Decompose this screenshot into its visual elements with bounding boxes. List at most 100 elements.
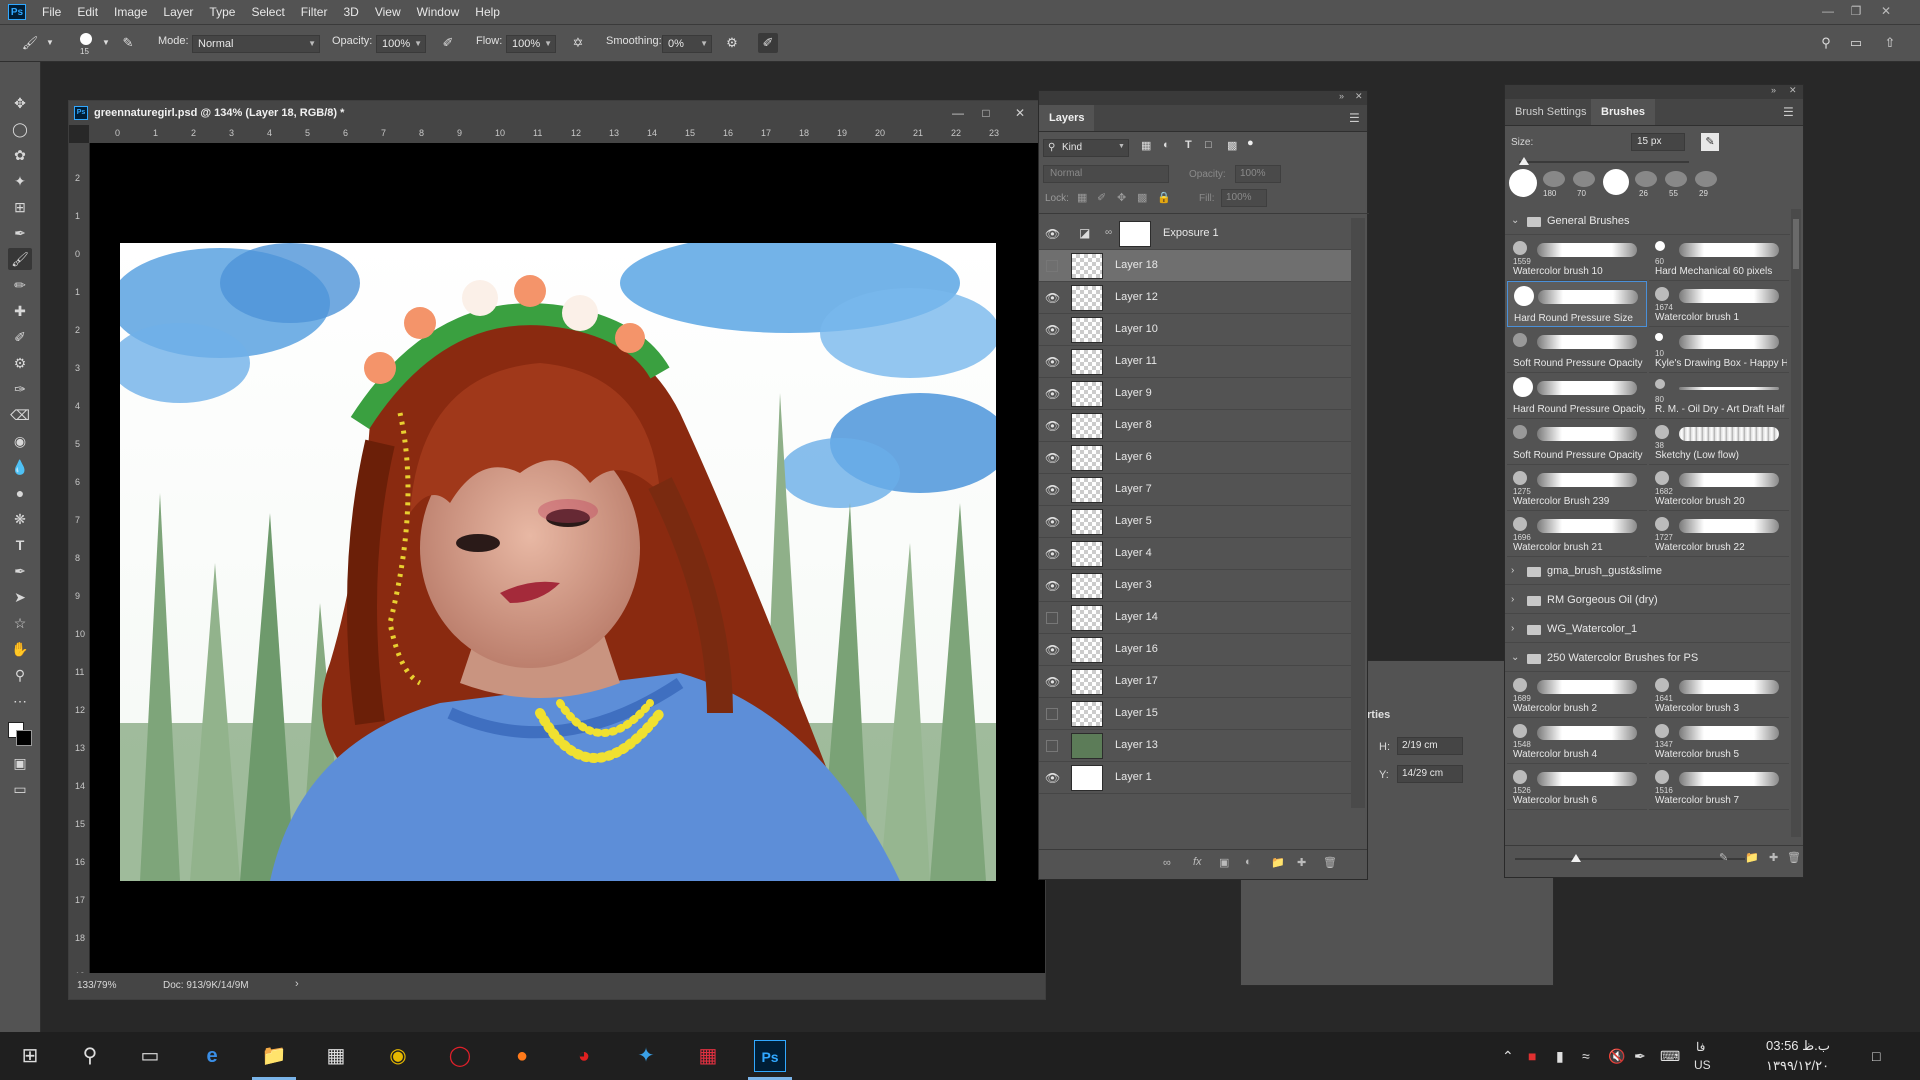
restore-icon[interactable]: ❐: [1844, 0, 1868, 24]
layers-scrollbar[interactable]: [1351, 218, 1365, 808]
search-icon[interactable]: ⚲: [1816, 33, 1836, 53]
hand-tool-icon[interactable]: ✋: [8, 638, 32, 660]
layer-thumbnail[interactable]: [1071, 701, 1103, 727]
path-selection-tool-icon[interactable]: ➤: [8, 586, 32, 608]
firefox-browser-icon[interactable]: ●: [506, 1040, 538, 1072]
mode-select[interactable]: Normal ▼: [192, 35, 320, 53]
chain-link-icon[interactable]: ∞: [1105, 227, 1112, 238]
brush-item[interactable]: 1548 Watercolor brush 4: [1507, 718, 1647, 764]
opera-browser-icon[interactable]: ◯: [444, 1040, 476, 1072]
lock-artboard-icon[interactable]: ▩: [1137, 191, 1147, 204]
clone-stamp-tool-icon[interactable]: ⚙: [8, 352, 32, 374]
search-icon[interactable]: ⚲: [74, 1040, 106, 1072]
tray-app-icon[interactable]: ■: [1528, 1048, 1536, 1064]
layer-thumbnail[interactable]: [1071, 285, 1103, 311]
filter-adjustment-icon[interactable]: ◐: [1163, 139, 1170, 151]
chrome-browser-icon[interactable]: ◉: [382, 1040, 414, 1072]
minimize-icon[interactable]: —: [1816, 0, 1840, 24]
layer-opacity-field[interactable]: 100%: [1235, 165, 1281, 183]
brush-size-slider[interactable]: [1519, 161, 1689, 163]
filter-toggle-icon[interactable]: ●: [1247, 137, 1254, 149]
zoom-tool-icon[interactable]: ⚲: [8, 664, 32, 686]
chevron-right-icon[interactable]: ›: [1511, 623, 1514, 634]
visibility-eye-off-icon[interactable]: [1046, 260, 1058, 272]
history-brush-tool-icon[interactable]: ✑: [8, 378, 32, 400]
notification-center-icon[interactable]: □: [1872, 1048, 1880, 1064]
panel-drag-bar[interactable]: » ✕: [1039, 91, 1367, 105]
recent-brush-tip[interactable]: [1635, 171, 1657, 187]
brush-edit-icon[interactable]: ✎: [1701, 133, 1719, 151]
brush-group-250-watercolor[interactable]: ⌄ 250 Watercolor Brushes for PS: [1505, 646, 1790, 672]
crop-tool-icon[interactable]: ⊞: [8, 196, 32, 218]
layer-thumbnail[interactable]: [1071, 541, 1103, 567]
move-tool-icon[interactable]: ✥: [8, 92, 32, 114]
height-field[interactable]: 2/19 cm: [1397, 737, 1463, 755]
visibility-eye-icon[interactable]: 👁: [1045, 643, 1060, 657]
chevron-right-icon[interactable]: ›: [1511, 565, 1514, 576]
tab-brush-settings[interactable]: Brush Settings: [1505, 99, 1597, 125]
lock-image-icon[interactable]: ✐: [1097, 191, 1106, 204]
document-tab[interactable]: Ps greennaturegirl.psd @ 134% (Layer 18,…: [69, 101, 1045, 125]
layer-row-layer-7[interactable]: 👁 Layer 7: [1039, 474, 1351, 506]
close-icon[interactable]: ✕: [1007, 101, 1033, 125]
scrollbar-thumb[interactable]: [1793, 219, 1799, 269]
panel-menu-icon[interactable]: ☰: [1349, 111, 1360, 125]
quick-mask-icon[interactable]: ▣: [8, 752, 32, 774]
workspace-icon[interactable]: ▭: [1846, 33, 1866, 53]
menu-select[interactable]: Select: [243, 5, 292, 19]
pressure-size-icon[interactable]: ✐: [758, 33, 778, 53]
task-view-icon[interactable]: ▭: [134, 1040, 166, 1072]
brush-item[interactable]: Soft Round Pressure Opacity and...: [1507, 419, 1647, 465]
menu-view[interactable]: View: [367, 5, 409, 19]
visibility-eye-icon[interactable]: 👁: [1045, 451, 1060, 465]
layer-thumbnail[interactable]: [1071, 509, 1103, 535]
recent-brush-tip[interactable]: [1573, 171, 1595, 187]
layer-thumbnail[interactable]: [1071, 413, 1103, 439]
collapse-icon[interactable]: »: [1771, 85, 1776, 95]
chevron-up-icon[interactable]: ⌃: [1502, 1048, 1514, 1065]
brush-item[interactable]: 10 Kyle's Drawing Box - Happy HB: [1649, 327, 1789, 373]
collapse-icon[interactable]: »: [1339, 91, 1344, 101]
layer-thumbnail[interactable]: [1071, 253, 1103, 279]
filter-smart-object-icon[interactable]: ▩: [1227, 139, 1237, 152]
recent-brush-tip[interactable]: [1509, 169, 1537, 197]
brush-picker-chevron-icon[interactable]: ▼: [96, 33, 116, 53]
airbrush-icon[interactable]: ✡: [568, 33, 588, 53]
layer-thumbnail[interactable]: [1071, 445, 1103, 471]
language-indicator[interactable]: فا: [1696, 1040, 1705, 1054]
brush-size-slider-handle[interactable]: [1519, 157, 1529, 165]
recent-brush-tip[interactable]: [1543, 171, 1565, 187]
brush-item[interactable]: 1727 Watercolor brush 22: [1649, 511, 1789, 557]
pen-icon[interactable]: ✒: [1634, 1048, 1646, 1065]
filter-pixel-icon[interactable]: ▦: [1141, 139, 1151, 152]
tab-brushes[interactable]: Brushes: [1591, 99, 1656, 125]
adjustment-layer-icon[interactable]: ◐: [1245, 856, 1252, 868]
opacity-field[interactable]: 100% ▼: [376, 35, 426, 53]
brushes-scrollbar[interactable]: [1791, 209, 1801, 837]
layer-row-layer-15[interactable]: Layer 15: [1039, 698, 1351, 730]
layer-row-layer-8[interactable]: 👁 Layer 8: [1039, 410, 1351, 442]
canvas-area[interactable]: [90, 143, 1045, 973]
layer-row-layer-3[interactable]: 👁 Layer 3: [1039, 570, 1351, 602]
menu-window[interactable]: Window: [409, 5, 468, 19]
visibility-eye-icon[interactable]: 👁: [1045, 323, 1060, 337]
chevron-right-icon[interactable]: ›: [295, 978, 299, 990]
link-layers-icon[interactable]: ∞: [1163, 857, 1171, 869]
layer-thumbnail[interactable]: [1071, 317, 1103, 343]
more-tools-icon[interactable]: ⋯: [8, 690, 32, 712]
visibility-eye-off-icon[interactable]: [1046, 708, 1058, 720]
screen-mode-icon[interactable]: ▭: [8, 778, 32, 800]
layer-thumbnail[interactable]: [1071, 669, 1103, 695]
shape-tool-icon[interactable]: ☆: [8, 612, 32, 634]
menu-type[interactable]: Type: [201, 5, 243, 19]
layer-row-layer-18[interactable]: Layer 18: [1039, 250, 1351, 282]
file-explorer-icon[interactable]: 📁: [258, 1040, 290, 1072]
filter-shape-icon[interactable]: □: [1205, 139, 1212, 151]
visibility-eye-icon[interactable]: 👁: [1045, 291, 1060, 305]
new-brush-icon[interactable]: ✚: [1769, 851, 1778, 864]
minimize-icon[interactable]: —: [945, 101, 971, 125]
brush-item[interactable]: 38 Sketchy (Low flow): [1649, 419, 1789, 465]
brush-group-general[interactable]: ⌄ General Brushes: [1505, 209, 1790, 235]
photoshop-taskbar-icon[interactable]: Ps: [754, 1040, 786, 1072]
close-icon[interactable]: ✕: [1874, 0, 1898, 24]
